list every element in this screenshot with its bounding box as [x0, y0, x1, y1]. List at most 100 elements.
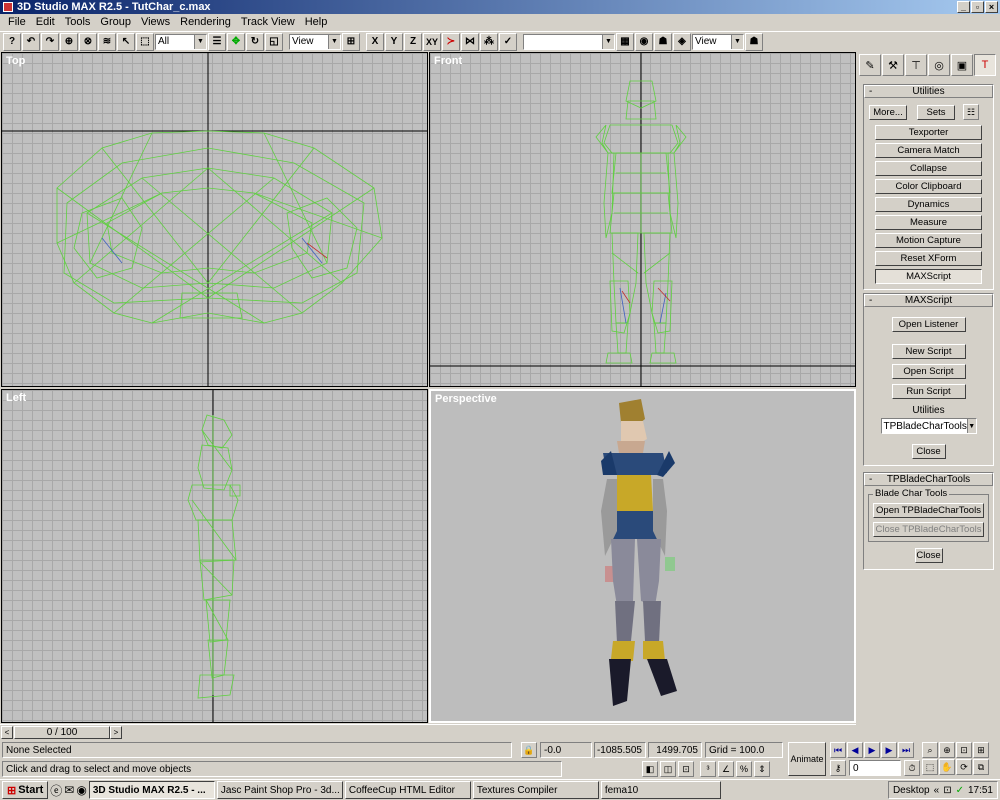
lock-icon[interactable]: 🔒 [521, 742, 537, 758]
task-paintshop[interactable]: Jasc Paint Shop Pro - 3d... [216, 781, 343, 799]
utilities-dropdown[interactable]: TPBladeCharTools ▼ [880, 418, 977, 434]
time-config-icon[interactable]: ⏱ [904, 760, 920, 776]
task-fema10[interactable]: fema10 [600, 781, 721, 799]
close-tpbladechartools-button[interactable]: Close TPBladeCharTools [873, 522, 984, 537]
network-icon[interactable]: ⊡ [943, 785, 951, 796]
create-tab-icon[interactable]: ✎ [859, 54, 881, 76]
browser-quicklaunch-icon[interactable]: ◉ [76, 783, 86, 797]
zoom-all-icon[interactable]: ⊕ [939, 742, 955, 758]
snap-3d-icon[interactable]: ³ [700, 761, 716, 777]
spinner-snap-icon[interactable]: ⇕ [754, 761, 770, 777]
link-icon[interactable]: ⊕ [60, 32, 78, 51]
utilities-tab-icon[interactable]: T [974, 54, 996, 76]
camera-match-button[interactable]: Camera Match [875, 143, 982, 158]
axis-y-button[interactable]: Y [385, 32, 403, 51]
viewport-left-label[interactable]: Left [6, 392, 26, 404]
region-select-icon[interactable]: ⬚ [136, 32, 154, 51]
reset-xform-button[interactable]: Reset XForm [875, 251, 982, 266]
measure-button[interactable]: Measure [875, 215, 982, 230]
align-icon[interactable]: ✓ [499, 32, 517, 51]
move-icon[interactable]: ✥ [227, 32, 245, 51]
render-scene-icon[interactable]: ☗ [654, 32, 672, 51]
viewport-perspective[interactable]: Perspective [429, 389, 856, 723]
outlook-quicklaunch-icon[interactable]: ✉ [64, 783, 74, 797]
current-frame-field[interactable]: 0 [849, 760, 901, 776]
redo-icon[interactable]: ↷ [41, 32, 59, 51]
play-icon[interactable]: ▶ [864, 742, 880, 758]
tpblade-rollout-header[interactable]: - TPBladeCharTools [864, 473, 993, 486]
maxscript-button[interactable]: MAXScript [875, 269, 982, 284]
bind-space-warp-icon[interactable]: ≋ [98, 32, 116, 51]
key-mode-icon[interactable]: ⚷ [830, 760, 846, 776]
mirror-icon[interactable]: ⋈ [461, 32, 479, 51]
task-coffeecup[interactable]: CoffeeCup HTML Editor [344, 781, 471, 799]
degradation-override-icon[interactable]: ◧ [642, 761, 658, 777]
axis-x-button[interactable]: X [366, 32, 384, 51]
desktop-toolbar-label[interactable]: Desktop [893, 785, 930, 796]
array-icon[interactable]: ⁂ [480, 32, 498, 51]
task-3dsmax[interactable]: 3D Studio MAX R2.5 - ... [88, 781, 215, 799]
viewport-top[interactable]: Top [1, 52, 428, 387]
viewport-left[interactable]: Left [1, 389, 428, 723]
arc-rotate-icon[interactable]: ⟳ [956, 759, 972, 775]
rotate-icon[interactable]: ↻ [246, 32, 264, 51]
pivot-icon[interactable]: ⊞ [342, 32, 360, 51]
sets-button[interactable]: Sets [917, 104, 955, 120]
select-by-name-icon[interactable]: ☰ [208, 32, 226, 51]
open-script-button[interactable]: Open Script [891, 364, 966, 379]
viewport-front-label[interactable]: Front [434, 55, 462, 67]
track-view-icon[interactable]: ▦ [616, 32, 634, 51]
go-to-start-icon[interactable]: ⏮ [830, 742, 846, 758]
utilities-rollout-header[interactable]: - Utilities [864, 85, 993, 98]
selection-filter-select[interactable]: All ▼ [155, 33, 207, 50]
run-script-button[interactable]: Run Script [891, 384, 966, 399]
viewport-front[interactable]: Front [429, 52, 856, 387]
min-max-toggle-icon[interactable]: ⧉ [973, 759, 989, 775]
maxscript-close-button[interactable]: Close [911, 444, 946, 459]
time-slider[interactable]: < 0 / 100 > [0, 724, 856, 739]
motion-tab-icon[interactable]: ◎ [928, 54, 950, 76]
new-script-button[interactable]: New Script [891, 344, 966, 359]
help-pointer-icon[interactable]: ? [3, 32, 21, 51]
time-prev-button[interactable]: < [1, 726, 13, 739]
display-tab-icon[interactable]: ▣ [951, 54, 973, 76]
pan-icon[interactable]: ✋ [939, 759, 955, 775]
reference-coord-select[interactable]: View ▼ [289, 33, 341, 50]
maximize-button[interactable]: ▫ [971, 1, 984, 13]
named-selection-select[interactable]: ▼ [523, 33, 615, 50]
menu-track-view[interactable]: Track View [236, 16, 300, 28]
menu-help[interactable]: Help [300, 16, 333, 28]
tray-expand-icon[interactable]: « [934, 785, 940, 796]
texporter-button[interactable]: Texporter [875, 125, 982, 140]
open-listener-button[interactable]: Open Listener [891, 317, 966, 332]
maxscript-rollout-header[interactable]: - MAXScript [864, 294, 993, 307]
next-frame-icon[interactable]: ▶ [881, 742, 897, 758]
angle-snap-icon[interactable]: ∠ [718, 761, 734, 777]
axis-xy-button[interactable]: XY [423, 32, 441, 51]
menu-tools[interactable]: Tools [60, 16, 96, 28]
start-button[interactable]: ⊞ Start [2, 781, 49, 799]
region-zoom-icon[interactable]: ⬚ [922, 759, 938, 775]
render-view-select[interactable]: View ▼ [692, 33, 744, 50]
unlink-icon[interactable]: ⊗ [79, 32, 97, 51]
time-next-button[interactable]: > [110, 726, 122, 739]
zoom-extents-all-icon[interactable]: ⊞ [973, 742, 989, 758]
open-tpbladechartools-button[interactable]: Open TPBladeCharTools [873, 503, 984, 518]
tpblade-close-button[interactable]: Close [914, 548, 943, 563]
collapse-button[interactable]: Collapse [875, 161, 982, 176]
menu-views[interactable]: Views [136, 16, 175, 28]
percent-snap-icon[interactable]: % [736, 761, 752, 777]
window-crossing-icon[interactable]: ◫ [660, 761, 676, 777]
color-clipboard-button[interactable]: Color Clipboard [875, 179, 982, 194]
ie-quicklaunch-icon[interactable]: ⓔ [50, 782, 62, 799]
close-button[interactable]: × [985, 1, 998, 13]
zoom-icon[interactable]: ⌕ [922, 742, 938, 758]
ik-icon[interactable]: ≻ [442, 32, 460, 51]
modify-tab-icon[interactable]: ⚒ [882, 54, 904, 76]
select-object-icon[interactable]: ↖ [117, 32, 135, 51]
quick-render-icon[interactable]: ◈ [673, 32, 691, 51]
viewport-perspective-label[interactable]: Perspective [435, 393, 497, 405]
zoom-extents-icon[interactable]: ⊡ [956, 742, 972, 758]
more-button[interactable]: More... [869, 104, 907, 120]
task-textures-compiler[interactable]: Textures Compiler [472, 781, 599, 799]
